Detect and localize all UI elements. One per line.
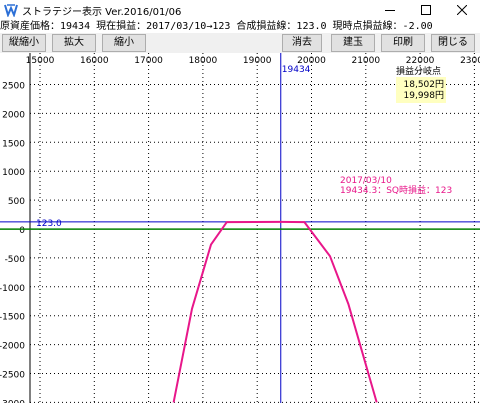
zoom-in-button[interactable]: 拡大 bbox=[52, 34, 96, 52]
y-tick-label: -1500 bbox=[0, 313, 25, 323]
toolbar: 縦縮小 拡大 縮小 消去 建玉 印刷 閉じる bbox=[0, 33, 480, 53]
close-icon bbox=[457, 5, 467, 15]
y-tick-label: 0 bbox=[19, 226, 25, 236]
app-icon bbox=[4, 4, 18, 17]
x-tick-label: 16000 bbox=[80, 56, 109, 66]
x-tick-label: 17000 bbox=[134, 56, 163, 66]
x-tick-label: 19000 bbox=[243, 56, 272, 66]
breakeven-value: 18,502円 bbox=[404, 79, 445, 90]
close-button[interactable] bbox=[444, 0, 480, 20]
payoff-chart: 15000 16000 17000 18000 19000 20000 21000 22000… bbox=[0, 53, 480, 403]
y-tick-label: 1000 bbox=[2, 168, 25, 178]
info-bar: 原資産価格：19434 現在損益：2017/03/10→123 合成損益線：12… bbox=[0, 21, 433, 32]
composite-pnl-label: 123.0 bbox=[36, 219, 62, 229]
y-tick-label: -3000 bbox=[0, 399, 25, 403]
maximize-button[interactable] bbox=[408, 0, 444, 20]
y-tick-label: -500 bbox=[5, 255, 26, 265]
breakeven-value: 19,998円 bbox=[404, 90, 445, 101]
clear-button[interactable]: 消去 bbox=[282, 34, 322, 52]
x-tick-label: 21000 bbox=[351, 56, 380, 66]
zoom-out-button[interactable]: 縮小 bbox=[102, 34, 146, 52]
y-tick-label: -2500 bbox=[0, 371, 25, 381]
minimize-icon bbox=[385, 10, 395, 11]
window-title: ストラテジー表示 Ver.2016/01/06 bbox=[22, 7, 182, 18]
maximize-icon bbox=[421, 5, 431, 15]
x-tick-label: 18000 bbox=[189, 56, 218, 66]
y-tick-label: 1500 bbox=[2, 139, 25, 149]
underlying-price-label: 19434 bbox=[282, 65, 311, 75]
print-button[interactable]: 印刷 bbox=[381, 34, 425, 52]
position-button[interactable]: 建玉 bbox=[331, 34, 375, 52]
payoff-line-0 bbox=[172, 220, 378, 403]
minimize-button[interactable] bbox=[372, 0, 408, 20]
title-bar: ストラテジー表示 Ver.2016/01/06 bbox=[0, 0, 480, 20]
y-tick-label: 500 bbox=[8, 197, 25, 207]
annotation-sq-pnl: 19434.3：SQ時損益：123 bbox=[340, 184, 452, 196]
close-window-button[interactable]: 閉じる bbox=[431, 34, 475, 52]
annotation-date: 2017/03/10 bbox=[340, 176, 392, 186]
y-tick-label: -1000 bbox=[0, 284, 25, 294]
y-tick-label: -2000 bbox=[0, 342, 25, 352]
breakeven-title: 損益分岐点 bbox=[396, 65, 441, 77]
x-tick-label: 22000 bbox=[406, 56, 435, 66]
x-tick-label: 23000 bbox=[460, 56, 480, 66]
y-tick-label: 2000 bbox=[2, 110, 25, 120]
vertical-shrink-button[interactable]: 縦縮小 bbox=[2, 34, 46, 52]
y-tick-label: 2500 bbox=[2, 82, 25, 92]
